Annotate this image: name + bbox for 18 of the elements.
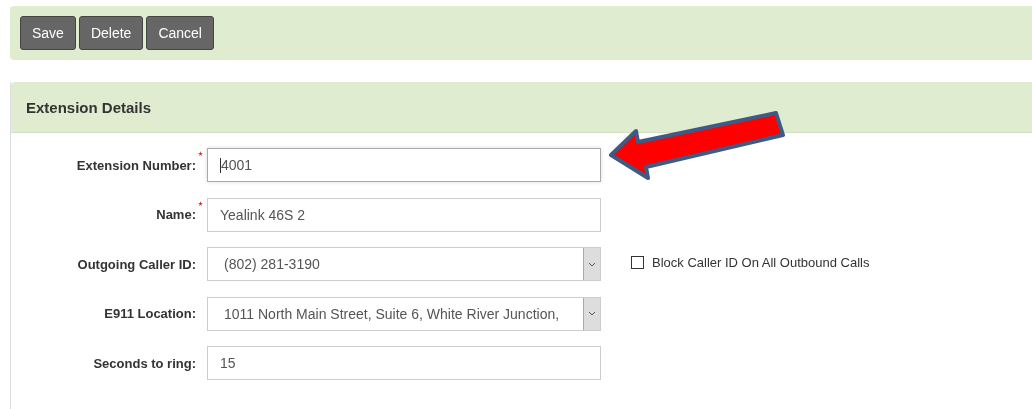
dropdown[interactable]: 1011 North Main Street, Suite 6, White River Junction, <box>207 296 601 331</box>
chevron-down-icon[interactable] <box>583 248 600 280</box>
dropdown[interactable]: (802) 281-3190 <box>207 247 601 281</box>
delete-button[interactable]: Delete <box>78 16 144 50</box>
field-label: E911 Location: <box>104 306 196 321</box>
field-label: Extension Number: <box>76 157 196 173</box>
checkbox[interactable] <box>631 255 644 269</box>
input-field[interactable]: 4001 <box>207 148 601 182</box>
field-label: Seconds to ring: <box>93 355 196 371</box>
input-field[interactable]: Yealink 46S 2 <box>207 197 601 232</box>
cancel-button[interactable]: Cancel <box>146 16 214 50</box>
field-label: Outgoing Caller ID: <box>77 256 196 272</box>
checkbox-label: Block Caller ID On All Outbound Calls <box>652 254 870 270</box>
panel-title: Extension Details <box>26 98 152 116</box>
save-button[interactable]: Save <box>20 16 76 50</box>
field-label: Name: <box>156 207 196 222</box>
input-field[interactable]: 15 <box>207 346 601 380</box>
chevron-down-icon[interactable] <box>583 297 600 330</box>
